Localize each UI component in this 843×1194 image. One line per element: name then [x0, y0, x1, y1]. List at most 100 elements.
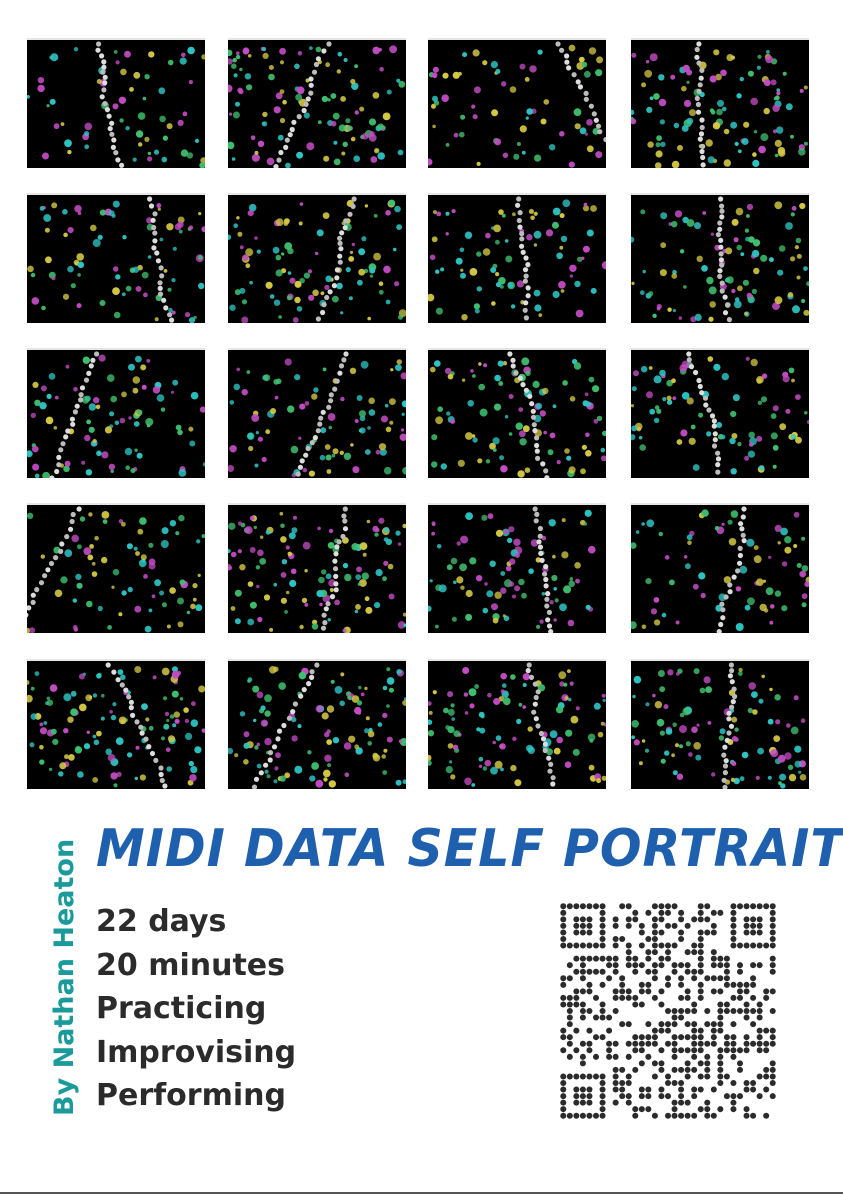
note-dot — [49, 98, 56, 105]
note-dot — [778, 245, 786, 252]
qr-module — [586, 1007, 593, 1015]
note-dot — [667, 307, 672, 312]
note-dot — [672, 722, 677, 728]
note-dot — [688, 437, 696, 445]
note-dot — [169, 520, 177, 527]
qr-module — [684, 949, 691, 956]
note-dot — [785, 222, 793, 230]
note-dot — [463, 692, 469, 697]
qr-module — [645, 1086, 652, 1093]
qr-module — [756, 1001, 763, 1008]
note-dot — [663, 704, 669, 710]
note-dot — [757, 54, 762, 59]
qr-module — [730, 935, 737, 943]
screenshot-thumbnail — [428, 659, 606, 789]
melody-dot — [550, 775, 556, 781]
note-dot — [787, 292, 794, 298]
qr-module — [684, 1034, 691, 1041]
qr-module — [697, 1047, 704, 1054]
qr-module — [606, 1047, 613, 1054]
note-dot — [132, 157, 137, 162]
note-dot — [330, 93, 337, 99]
note-dot — [660, 212, 668, 220]
qr-module — [769, 922, 776, 929]
note-dot — [144, 136, 150, 142]
melody-dot — [535, 689, 541, 695]
note-dot — [445, 766, 453, 774]
note-dot — [793, 511, 800, 518]
qr-code-icon[interactable] — [560, 903, 776, 1119]
note-dot — [796, 253, 802, 259]
note-dot — [319, 602, 323, 607]
melody-dot — [143, 736, 149, 742]
note-dot — [757, 400, 763, 405]
melody-dot — [30, 599, 36, 605]
note-dot — [265, 529, 271, 535]
qr-module — [651, 922, 658, 929]
note-dot — [364, 449, 371, 455]
qr-module — [730, 1079, 737, 1087]
note-dot — [254, 463, 259, 468]
note-dot — [438, 584, 447, 593]
note-dot — [559, 245, 564, 250]
note-dot — [572, 748, 580, 756]
qr-module — [710, 975, 717, 982]
melody-dot — [537, 525, 543, 532]
note-dot — [186, 610, 191, 615]
note-dot — [792, 305, 800, 314]
note-dot — [293, 515, 297, 520]
note-dot — [521, 150, 526, 155]
note-dot — [316, 229, 324, 237]
melody-dot — [519, 243, 525, 249]
qr-module — [606, 955, 613, 962]
qr-module — [599, 1001, 606, 1008]
note-dot — [646, 391, 653, 399]
note-dot — [431, 72, 438, 79]
note-dot — [765, 55, 774, 64]
qr-module — [658, 988, 665, 995]
note-dot — [656, 303, 662, 310]
note-dot — [784, 536, 792, 544]
note-dot — [190, 391, 199, 400]
dot-visualization — [631, 41, 808, 168]
note-dot — [542, 387, 549, 395]
note-dot — [477, 458, 483, 464]
note-dot — [747, 707, 753, 714]
qr-module — [756, 922, 763, 929]
note-dot — [326, 469, 332, 474]
note-dot — [279, 511, 284, 516]
qr-module — [579, 1099, 586, 1106]
note-dot — [645, 578, 652, 585]
note-dot — [525, 116, 529, 120]
note-dot — [48, 767, 53, 772]
qr-module — [612, 994, 619, 1001]
melody-dot — [727, 673, 733, 679]
melody-dot — [603, 137, 606, 143]
note-dot — [239, 67, 243, 72]
qr-module — [691, 968, 698, 975]
note-dot — [109, 710, 113, 714]
note-dot — [348, 296, 353, 301]
note-dot — [175, 531, 180, 536]
note-dot — [378, 443, 387, 451]
note-dot — [194, 138, 200, 143]
note-dot — [631, 386, 637, 392]
melody-dot — [42, 573, 48, 579]
note-dot — [122, 235, 127, 240]
melody-dot — [571, 72, 577, 78]
qr-module — [586, 922, 593, 929]
note-dot — [188, 225, 194, 230]
qr-module — [586, 916, 593, 923]
note-dot — [696, 723, 700, 727]
note-dot — [556, 460, 561, 465]
note-dot — [641, 624, 647, 630]
note-dot — [558, 281, 566, 289]
note-dot — [101, 451, 109, 459]
melody-dot — [79, 385, 86, 391]
qr-module — [573, 968, 580, 975]
melody-dot — [318, 415, 324, 421]
note-dot — [763, 107, 770, 115]
melody-dot — [308, 82, 314, 88]
note-dot — [309, 775, 316, 782]
note-dot — [141, 384, 147, 390]
